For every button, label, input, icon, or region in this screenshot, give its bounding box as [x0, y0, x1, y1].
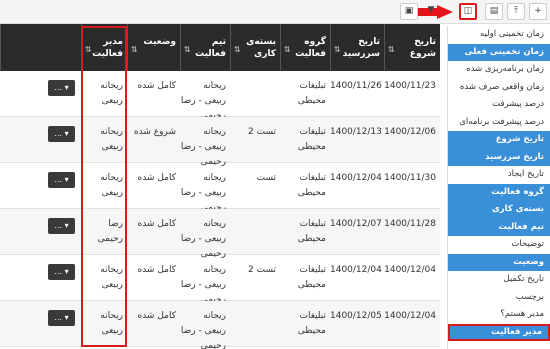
header-activity-manager[interactable]: مدیر فعالیت ⇅: [81, 24, 127, 71]
cell-status: کامل شده: [137, 81, 176, 91]
column-menu-item[interactable]: تاریخ ایجاد: [448, 166, 550, 184]
cell-due-date: 1400/11/26: [330, 81, 382, 91]
column-menu-item[interactable]: زمان تخمینی فعلی: [448, 43, 550, 61]
cell-activity-manager: ریحانه ربیعی: [100, 173, 123, 198]
cell-start-date: 1400/12/04: [384, 311, 436, 321]
sort-icon[interactable]: ⇅: [234, 44, 241, 56]
table-row[interactable]: 1400/12/04 1400/12/05 تبلیغات محیطی ریحا…: [0, 301, 440, 349]
column-menu-item[interactable]: تاریخ تکمیل: [448, 271, 550, 289]
row-actions-button[interactable]: ... ▾: [48, 172, 75, 188]
cell-work-package: تست: [256, 173, 276, 183]
header-actions: [0, 24, 81, 71]
cell-activity-manager: ریحانه ربیعی: [100, 265, 123, 290]
cell-work-package: تست 2: [248, 127, 276, 137]
cell-status: کامل شده: [137, 219, 176, 229]
column-menu-item[interactable]: مدیر هستم؟: [448, 306, 550, 324]
header-due-date[interactable]: تاریخ سررسید ⇅: [330, 24, 384, 71]
table-header: تاریخ شروع ⇅ تاریخ سررسید ⇅ گروه فعالیت ⇅ ب…: [0, 24, 440, 71]
columns-icon[interactable]: ◫: [459, 3, 477, 20]
header-activity-group[interactable]: گروه فعالیت ⇅: [280, 24, 330, 71]
sort-icon[interactable]: ⇅: [284, 44, 291, 56]
column-menu-item[interactable]: برچسب: [448, 289, 550, 307]
cell-start-date: 1400/11/23: [384, 81, 436, 91]
cell-due-date: 1400/12/05: [330, 311, 382, 321]
header-start-date[interactable]: تاریخ شروع ⇅: [384, 24, 440, 71]
cell-activity-group: تبلیغات محیطی: [297, 81, 326, 106]
cell-work-package: تست 2: [248, 265, 276, 275]
excel-icon[interactable]: ▤: [485, 3, 503, 20]
header-activity-team[interactable]: تیم فعالیت ⇅: [180, 24, 230, 71]
cell-activity-manager: رضا رحیمی: [97, 219, 123, 244]
cell-activity-group: تبلیغات محیطی: [297, 265, 326, 290]
sort-icon[interactable]: ⇅: [131, 44, 138, 56]
table-row[interactable]: 1400/12/04 1400/12/04 تبلیغات محیطی تست …: [0, 255, 440, 305]
column-menu-item-activity-manager[interactable]: مدیر فعالیت: [448, 323, 550, 341]
table-row[interactable]: 1400/11/28 1400/12/07 تبلیغات محیطی ریحا…: [0, 209, 440, 259]
row-actions-button[interactable]: ... ▾: [48, 80, 75, 96]
cell-activity-group: تبلیغات محیطی: [297, 173, 326, 198]
column-menu-item[interactable]: تاریخ سررسید: [448, 148, 550, 166]
activities-table: تاریخ شروع ⇅ تاریخ سررسید ⇅ گروه فعالیت ⇅ ب…: [0, 24, 440, 349]
toolbar: + ⤒ ▤ ◫ ▼ ▣: [0, 0, 550, 24]
cell-activity-group: تبلیغات محیطی: [297, 219, 326, 244]
header-status[interactable]: وضعیت ⇅: [127, 24, 180, 71]
column-menu-item[interactable]: زمان واقعی صرف شده: [448, 79, 550, 97]
cell-due-date: 1400/12/04: [330, 173, 382, 183]
cell-due-date: 1400/12/07: [330, 219, 382, 229]
cell-status: کامل شده: [137, 173, 176, 183]
cell-status: کامل شده: [137, 311, 176, 321]
cell-activity-team: ریحانه ربیعی - رضا رحیمی: [180, 311, 226, 349]
column-menu-item[interactable]: زمان تخمینی اولیه: [448, 26, 550, 44]
sort-icon[interactable]: ⇅: [85, 44, 92, 56]
sort-icon[interactable]: ⇅: [184, 44, 191, 56]
cell-status: شروع شده: [133, 127, 176, 137]
header-work-package[interactable]: بسته‌ی کاری ⇅: [230, 24, 280, 71]
row-actions-button[interactable]: ... ▾: [48, 126, 75, 142]
upload-icon[interactable]: ⤒: [507, 3, 525, 20]
row-actions-button[interactable]: ... ▾: [48, 218, 75, 234]
cell-activity-group: تبلیغات محیطی: [297, 127, 326, 152]
column-menu-item[interactable]: وضعیت: [448, 253, 550, 271]
column-menu-item[interactable]: زمان برنامه‌ریزی شده: [448, 61, 550, 79]
sort-icon[interactable]: ⇅: [388, 44, 395, 56]
sort-icon[interactable]: ⇅: [334, 44, 341, 56]
row-actions-button[interactable]: ... ▾: [48, 310, 75, 326]
table-row[interactable]: 1400/11/23 1400/11/26 تبلیغات محیطی ریحا…: [0, 71, 440, 121]
cell-start-date: 1400/12/06: [384, 127, 436, 137]
row-actions-button[interactable]: ... ▾: [48, 264, 75, 280]
cell-due-date: 1400/12/04: [330, 265, 382, 275]
table-row[interactable]: 1400/12/06 1400/12/13 تبلیغات محیطی تست …: [0, 117, 440, 167]
cell-activity-manager: ریحانه ربیعی: [100, 81, 123, 106]
save-icon[interactable]: ▣: [400, 3, 418, 20]
cell-activity-manager: ریحانه ربیعی: [100, 311, 123, 336]
add-icon[interactable]: +: [529, 3, 547, 20]
cell-due-date: 1400/12/13: [330, 127, 382, 137]
table-row[interactable]: 1400/11/30 1400/12/04 تبلیغات محیطی تست …: [0, 163, 440, 213]
column-menu-item[interactable]: درصد پیشرفت برنامه‌ای: [448, 114, 550, 132]
column-menu-item[interactable]: بسته‌ی کاری: [448, 201, 550, 219]
column-menu-item[interactable]: تیم فعالیت: [448, 218, 550, 236]
cell-status: کامل شده: [137, 265, 176, 275]
cell-activity-manager: ریحانه ربیعی: [100, 127, 123, 152]
column-menu-item[interactable]: گروه فعالیت: [448, 183, 550, 201]
filter-icon[interactable]: ▼: [422, 3, 440, 20]
column-menu-item[interactable]: توضیحات: [448, 236, 550, 254]
column-menu-item[interactable]: تاریخ شروع: [448, 131, 550, 149]
cell-start-date: 1400/11/30: [384, 173, 436, 183]
cell-start-date: 1400/11/28: [384, 219, 436, 229]
column-menu-item[interactable]: درصد پیشرفت: [448, 96, 550, 114]
cell-start-date: 1400/12/04: [384, 265, 436, 275]
cell-activity-group: تبلیغات محیطی: [297, 311, 326, 336]
column-visibility-menu: زمان تخمینی اولیه زمان تخمینی فعلی زمان …: [447, 26, 550, 349]
